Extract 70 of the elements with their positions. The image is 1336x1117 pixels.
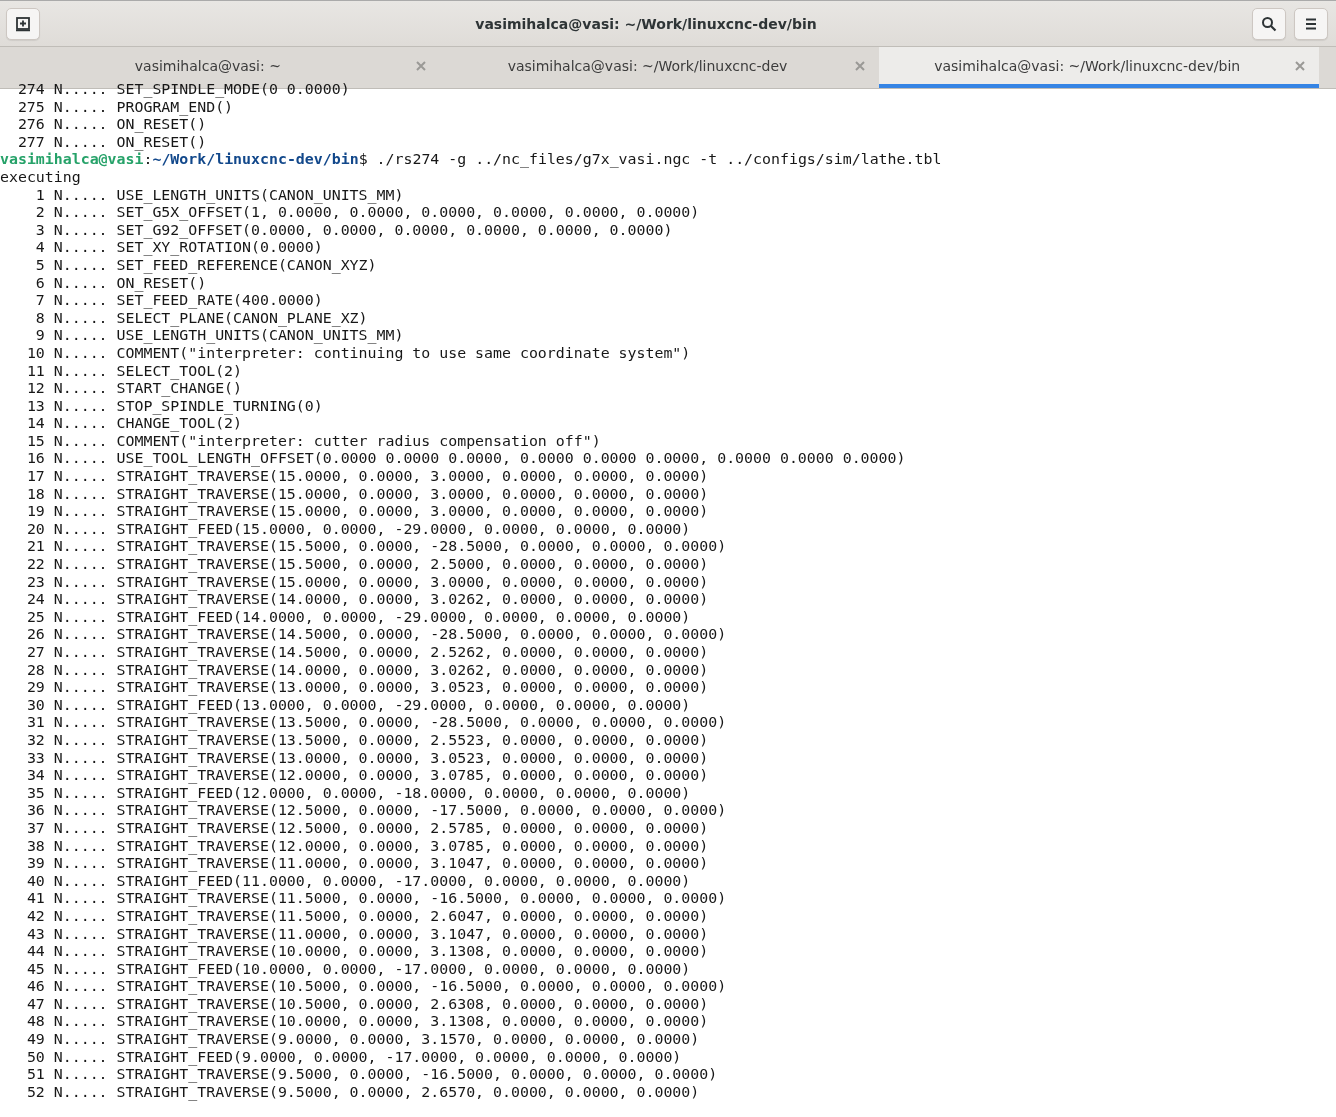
output-line: 27 N..... STRAIGHT_TRAVERSE(14.5000, 0.0000, 2.5262, 0.0000, 0.0000, 0.0000) — [25, 644, 710, 662]
output-line: 34 N..... STRAIGHT_TRAVERSE(12.0000, 0.0000, 3.0785, 0.0000, 0.0000, 0.0000) — [25, 767, 710, 785]
output-line: 26 N..... STRAIGHT_TRAVERSE(14.5000, 0.0000, -28.5000, 0.0000, 0.0000, 0.0000) — [25, 626, 728, 644]
output-line: executing — [0, 168, 82, 187]
output-line: 10 N..... COMMENT("interpreter: continuing to use same coordinate system") — [25, 344, 692, 363]
output-line: 275 N..... PROGRAM_END() — [16, 98, 234, 117]
output-line: 42 N..... STRAIGHT_TRAVERSE(11.5000, 0.0000, 2.6047, 0.0000, 0.0000, 0.0000) — [25, 907, 710, 926]
output-line: 9 N..... USE_LENGTH_UNITS(CANON_UNITS_MM) — [34, 327, 405, 345]
output-line: 2 N..... SET_G5X_OFFSET(1, 0.0000, 0.0000, 0.0000, 0.0000, 0.0000, 0.0000) — [34, 204, 701, 222]
output-line: 15 N..... COMMENT("interpreter: cutter radius compensation off") — [25, 432, 602, 451]
output-line: 12 N..... START_CHANGE() — [25, 380, 244, 398]
output-line: 6 N..... ON_RESET() — [34, 274, 207, 293]
output-line: 35 N..... STRAIGHT_FEED(12.0000, 0.0000, -18.0000, 0.0000, 0.0000, 0.0000) — [25, 784, 692, 803]
output-line: 49 N..... STRAIGHT_TRAVERSE(9.0000, 0.0000, 3.1570, 0.0000, 0.0000, 0.0000) — [25, 1031, 701, 1049]
output-line: 16 N..... USE_TOOL_LENGTH_OFFSET(0.0000 0.0000 0.0000, 0.0000 0.0000 0.0000, 0.0000 0.0000 0.0000) — [25, 450, 907, 469]
output-line: 277 N..... ON_RESET() — [16, 133, 208, 152]
output-line: 8 N..... SELECT_PLANE(CANON_PLANE_XZ) — [34, 309, 369, 328]
close-icon — [1295, 60, 1305, 71]
terminal-tab[interactable]: vasimihalca@vasi: ~/Work/linuxcnc-dev — [439, 47, 880, 88]
output-line: 25 N..... STRAIGHT_FEED(14.0000, 0.0000, -29.0000, 0.0000, 0.0000, 0.0000) — [25, 608, 692, 627]
search-button[interactable] — [1252, 7, 1286, 40]
output-line: 18 N..... STRAIGHT_TRAVERSE(15.0000, 0.0000, 3.0000, 0.0000, 0.0000, 0.0000) — [25, 485, 710, 504]
output-line: 276 N..... ON_RESET() — [16, 116, 207, 134]
output-line: 51 N..... STRAIGHT_TRAVERSE(9.5000, 0.0000, -16.5000, 0.0000, 0.0000, 0.0000) — [25, 1066, 719, 1084]
output-line: 50 N..... STRAIGHT_FEED(9.0000, 0.0000, -17.0000, 0.0000, 0.0000, 0.0000) — [25, 1048, 683, 1067]
output-line: 48 N..... STRAIGHT_TRAVERSE(10.0000, 0.0000, 3.1308, 0.0000, 0.0000, 0.0000) — [25, 1013, 710, 1032]
output-line: 52 N..... STRAIGHT_TRAVERSE(9.5000, 0.0000, 2.6570, 0.0000, 0.0000, 0.0000) — [25, 1083, 701, 1102]
output-line: 1 N..... USE_LENGTH_UNITS(CANON_UNITS_MM) — [34, 186, 405, 205]
output-line: 274 N..... SET_SPINDLE_MODE(0 0.0000) — [16, 81, 351, 99]
prompt-line: vasimihalca@vasi:~/Work/linuxcnc-dev/bin$ ./rs274 -g ../nc_files/g7x_vasi.ngc -t ../configs/sim/lathe.tbl — [0, 151, 943, 169]
menu-icon — [1304, 17, 1318, 30]
output-line: 20 N..... STRAIGHT_FEED(15.0000, 0.0000, -29.0000, 0.0000, 0.0000, 0.0000) — [25, 520, 692, 539]
output-line: 3 N..... SET_G92_OFFSET(0.0000, 0.0000, 0.0000, 0.0000, 0.0000, 0.0000) — [34, 221, 674, 240]
output-line: 29 N..... STRAIGHT_TRAVERSE(13.0000, 0.0000, 3.0523, 0.0000, 0.0000, 0.0000) — [25, 679, 710, 697]
new-tab-icon — [15, 15, 31, 32]
output-line: 14 N..... CHANGE_TOOL(2) — [25, 415, 243, 433]
output-line: 23 N..... STRAIGHT_TRAVERSE(15.0000, 0.0000, 3.0000, 0.0000, 0.0000, 0.0000) — [25, 573, 710, 592]
output-line: 28 N..... STRAIGHT_TRAVERSE(14.0000, 0.0000, 3.0262, 0.0000, 0.0000, 0.0000) — [25, 661, 710, 680]
terminal-tab[interactable]: vasimihalca@vasi: ~/Work/linuxcnc-dev/bin — [879, 47, 1319, 88]
output-line: 44 N..... STRAIGHT_TRAVERSE(10.0000, 0.0000, 3.1308, 0.0000, 0.0000, 0.0000) — [25, 943, 710, 961]
output-line: 30 N..... STRAIGHT_FEED(13.0000, 0.0000, -29.0000, 0.0000, 0.0000, 0.0000) — [25, 696, 692, 715]
output-line: 19 N..... STRAIGHT_TRAVERSE(15.0000, 0.0000, 3.0000, 0.0000, 0.0000, 0.0000) — [25, 503, 710, 521]
output-line: 21 N..... STRAIGHT_TRAVERSE(15.5000, 0.0000, -28.5000, 0.0000, 0.0000, 0.0000) — [25, 538, 728, 557]
output-line: 41 N..... STRAIGHT_TRAVERSE(11.5000, 0.0000, -16.5000, 0.0000, 0.0000, 0.0000) — [25, 890, 728, 908]
close-icon — [855, 60, 866, 71]
output-line: 22 N..... STRAIGHT_TRAVERSE(15.5000, 0.0000, 2.5000, 0.0000, 0.0000, 0.0000) — [25, 556, 710, 574]
close-icon — [415, 60, 426, 71]
output-line: 32 N..... STRAIGHT_TRAVERSE(13.5000, 0.0000, 2.5523, 0.0000, 0.0000, 0.0000) — [25, 731, 710, 750]
output-line: 36 N..... STRAIGHT_TRAVERSE(12.5000, 0.0000, -17.5000, 0.0000, 0.0000, 0.0000) — [25, 802, 728, 820]
output-line: 39 N..... STRAIGHT_TRAVERSE(11.0000, 0.0000, 3.1047, 0.0000, 0.0000, 0.0000) — [25, 855, 710, 873]
output-line: 47 N..... STRAIGHT_TRAVERSE(10.5000, 0.0000, 2.6308, 0.0000, 0.0000, 0.0000) — [25, 995, 710, 1014]
output-line: 43 N..... STRAIGHT_TRAVERSE(11.0000, 0.0000, 3.1047, 0.0000, 0.0000, 0.0000) — [25, 925, 710, 944]
output-line: 24 N..... STRAIGHT_TRAVERSE(14.0000, 0.0000, 3.0262, 0.0000, 0.0000, 0.0000) — [25, 591, 710, 609]
output-line: 33 N..... STRAIGHT_TRAVERSE(13.0000, 0.0000, 3.0523, 0.0000, 0.0000, 0.0000) — [25, 749, 710, 768]
search-icon — [1261, 15, 1277, 32]
window-title: vasimihalca@vasi: ~/Work/linuxcnc-dev/bin — [474, 15, 818, 32]
output-line: 46 N..... STRAIGHT_TRAVERSE(10.5000, 0.0000, -16.5000, 0.0000, 0.0000, 0.0000) — [25, 978, 728, 996]
output-line: 7 N..... SET_FEED_RATE(400.0000) — [34, 292, 324, 310]
output-line: 13 N..... STOP_SPINDLE_TURNING(0) — [25, 397, 324, 416]
output-line: 17 N..... STRAIGHT_TRAVERSE(15.0000, 0.0000, 3.0000, 0.0000, 0.0000, 0.0000) — [25, 468, 710, 486]
menu-button[interactable] — [1294, 7, 1328, 40]
output-line: 38 N..... STRAIGHT_TRAVERSE(12.0000, 0.0000, 3.0785, 0.0000, 0.0000, 0.0000) — [25, 837, 710, 856]
output-line: 45 N..... STRAIGHT_FEED(10.0000, 0.0000, -17.0000, 0.0000, 0.0000, 0.0000) — [25, 960, 692, 979]
output-line: 5 N..... SET_FEED_REFERENCE(CANON_XYZ) — [34, 256, 378, 275]
output-line: 11 N..... SELECT_TOOL(2) — [25, 362, 244, 381]
output-line: 37 N..... STRAIGHT_TRAVERSE(12.5000, 0.0000, 2.5785, 0.0000, 0.0000, 0.0000) — [25, 819, 710, 838]
output-line: 4 N..... SET_XY_ROTATION(0.0000) — [34, 239, 324, 257]
output-line: 31 N..... STRAIGHT_TRAVERSE(13.5000, 0.0000, -28.5000, 0.0000, 0.0000, 0.0000) — [25, 714, 728, 732]
output-line: 40 N..... STRAIGHT_FEED(11.0000, 0.0000, -17.0000, 0.0000, 0.0000, 0.0000) — [25, 872, 692, 891]
new-tab-button[interactable] — [6, 7, 40, 40]
